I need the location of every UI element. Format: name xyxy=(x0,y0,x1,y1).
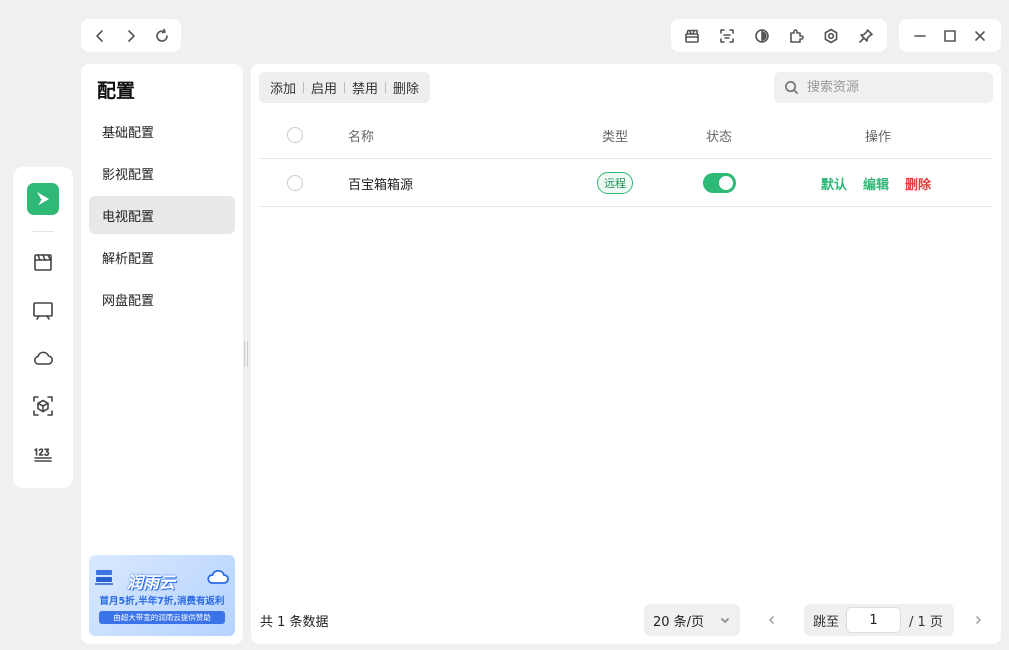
action-divider xyxy=(344,82,346,93)
sidebar-menu: 基础配置 影视配置 电视配置 解析配置 网盘配置 xyxy=(89,112,235,322)
cloud-logo-icon xyxy=(207,569,229,584)
refresh-icon[interactable] xyxy=(149,23,175,49)
next-page-button[interactable] xyxy=(967,604,989,636)
page-size-select[interactable]: 20 条/页 xyxy=(644,604,740,636)
header-type: 类型 xyxy=(602,129,629,145)
chevron-down-icon xyxy=(720,617,730,624)
search-input[interactable] xyxy=(807,80,977,95)
enable-button[interactable]: 启用 xyxy=(308,78,340,97)
search-icon xyxy=(785,81,799,95)
sidebar-item-drive[interactable]: 网盘配置 xyxy=(89,280,235,318)
toolbar xyxy=(671,19,887,52)
server-icon xyxy=(95,570,113,585)
page-number-input[interactable] xyxy=(846,607,902,633)
page-jumper: 跳至 / 1 页 xyxy=(804,604,954,636)
settings-icon[interactable] xyxy=(818,23,844,49)
gift-icon[interactable] xyxy=(679,23,705,49)
type-badge: 远程 xyxy=(597,172,633,194)
set-default-button[interactable]: 默认 xyxy=(821,174,847,193)
jump-label: 跳至 xyxy=(813,614,840,630)
sidebar-item-basic[interactable]: 基础配置 xyxy=(89,112,235,150)
chevron-right-icon[interactable] xyxy=(118,23,144,49)
main-panel: 添加 启用 禁用 删除 名称 类型 状态 操作 百宝箱箱源 远程 默认 编辑 删… xyxy=(251,64,1001,644)
header-name: 名称 xyxy=(348,129,375,145)
icon-rail xyxy=(13,167,73,488)
minimize-icon[interactable] xyxy=(907,23,933,49)
sponsor-promo: 首月5折,半年7折,消费有返利 xyxy=(99,596,225,607)
cloud-icon[interactable] xyxy=(23,338,63,378)
row-name: 百宝箱箱源 xyxy=(348,177,414,193)
search-box xyxy=(774,72,993,103)
resize-handle[interactable] xyxy=(244,341,248,367)
maximize-icon[interactable] xyxy=(937,23,963,49)
tv-icon[interactable] xyxy=(23,290,63,330)
theme-icon[interactable] xyxy=(749,23,775,49)
sponsor-credit: 由超大带宽的润雨云提供赞助 xyxy=(99,611,225,624)
sponsor-title: 润雨云 xyxy=(127,573,176,592)
app-logo-icon[interactable] xyxy=(27,183,59,215)
header-status: 状态 xyxy=(706,129,733,145)
header-ops: 操作 xyxy=(865,129,892,145)
chevron-left-icon xyxy=(768,615,775,625)
page-count: / 1 页 xyxy=(909,614,943,630)
rail-divider xyxy=(32,231,54,232)
add-button[interactable]: 添加 xyxy=(267,78,299,97)
scan-icon[interactable] xyxy=(714,23,740,49)
delete-button[interactable]: 删除 xyxy=(390,78,422,97)
edit-button[interactable]: 编辑 xyxy=(863,174,889,193)
row-checkbox[interactable] xyxy=(287,175,303,191)
action-bar: 添加 启用 禁用 删除 xyxy=(259,72,431,103)
select-all-checkbox[interactable] xyxy=(287,127,303,143)
film-icon[interactable] xyxy=(23,242,63,282)
total-count: 共 1 条数据 xyxy=(260,615,329,630)
pin-icon[interactable] xyxy=(853,23,879,49)
sidebar-item-parse[interactable]: 解析配置 xyxy=(89,238,235,276)
table-row: 百宝箱箱源 远程 默认 编辑 删除 xyxy=(259,159,993,207)
chevron-left-icon[interactable] xyxy=(87,23,113,49)
sidebar-item-film[interactable]: 影视配置 xyxy=(89,154,235,192)
config-sidebar: 配置 基础配置 影视配置 电视配置 解析配置 网盘配置 润雨云 首月5折,半年7… xyxy=(81,64,243,644)
action-divider xyxy=(303,82,305,93)
status-toggle[interactable] xyxy=(703,173,736,193)
row-delete-button[interactable]: 删除 xyxy=(905,174,931,193)
navigation-bar xyxy=(81,19,181,52)
window-controls xyxy=(899,19,1001,52)
prev-page-button[interactable] xyxy=(761,604,783,636)
sponsor-banner[interactable]: 润雨云 首月5折,半年7折,消费有返利 由超大带宽的润雨云提供赞助 xyxy=(89,555,235,636)
chevron-right-icon xyxy=(975,615,982,625)
sidebar-item-tv[interactable]: 电视配置 xyxy=(89,196,235,234)
table-header: 名称 类型 状态 操作 xyxy=(259,111,993,159)
page-size-value: 20 条/页 xyxy=(653,614,705,630)
plugin-icon[interactable] xyxy=(783,23,809,49)
sidebar-title: 配置 xyxy=(97,80,136,102)
action-divider xyxy=(385,82,387,93)
number-icon[interactable] xyxy=(23,434,63,474)
close-icon[interactable] xyxy=(967,23,993,49)
sources-table: 名称 类型 状态 操作 百宝箱箱源 远程 默认 编辑 删除 xyxy=(259,111,993,207)
cube-scan-icon[interactable] xyxy=(23,386,63,426)
disable-button[interactable]: 禁用 xyxy=(349,78,381,97)
